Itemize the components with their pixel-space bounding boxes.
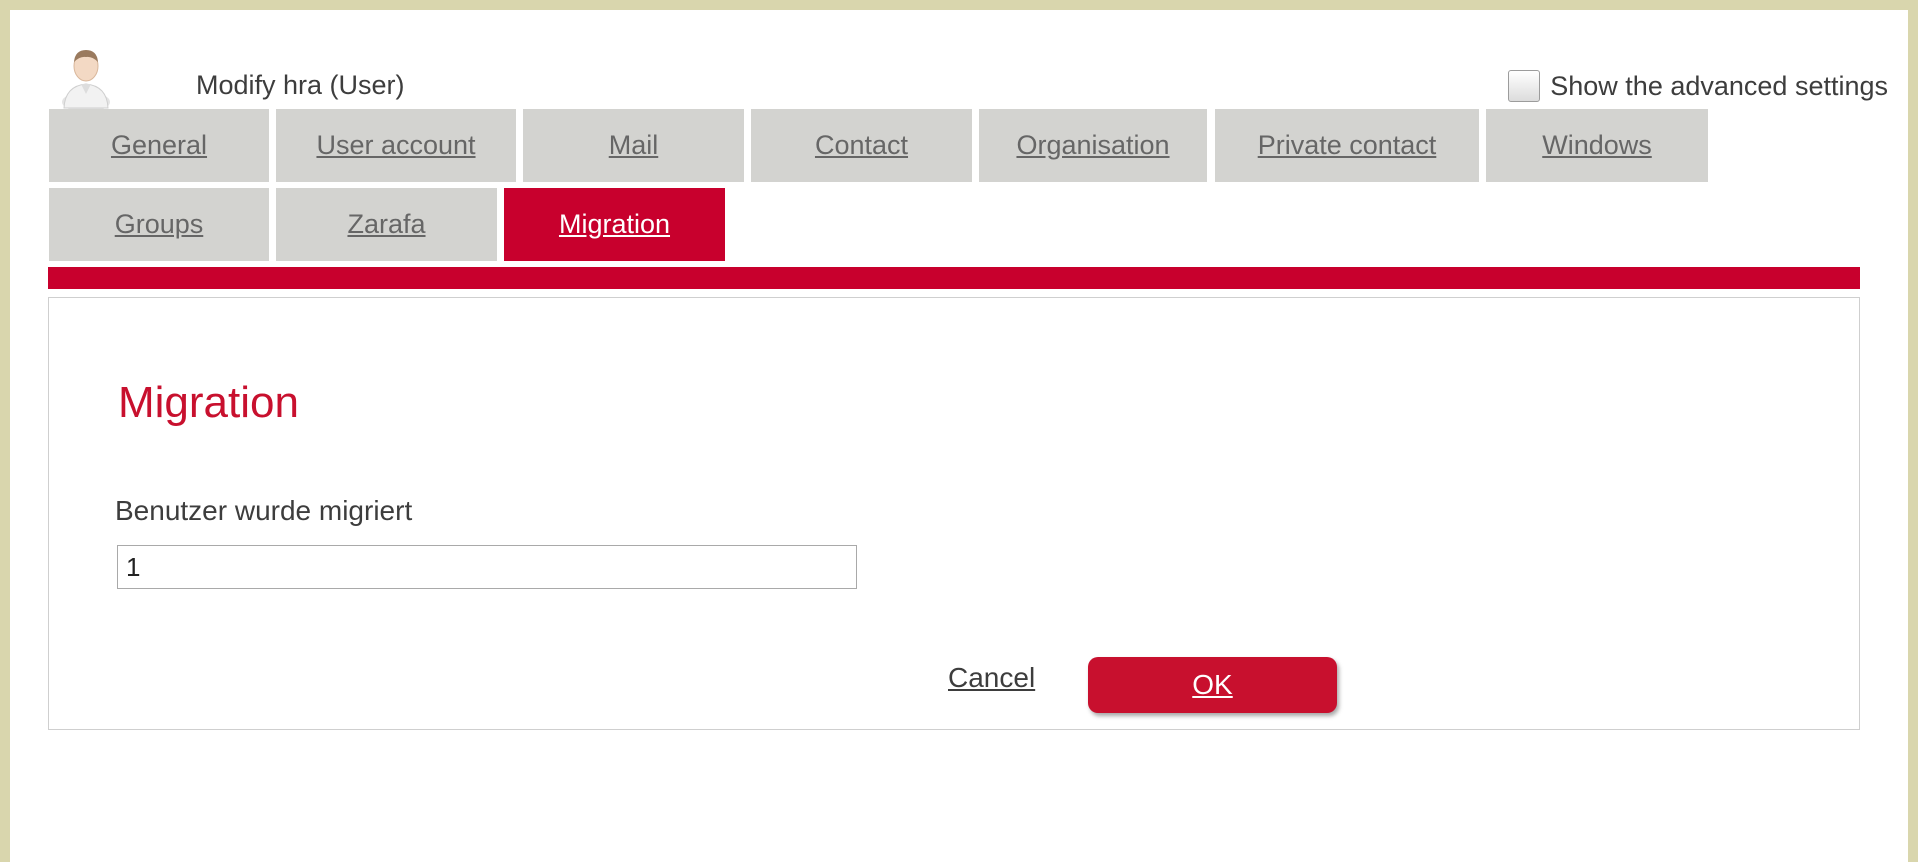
tab-mail[interactable]: Mail: [523, 109, 744, 182]
user-avatar-icon: [62, 50, 110, 110]
tab-contact[interactable]: Contact: [751, 109, 972, 182]
migrated-field-label: Benutzer wurde migriert: [115, 495, 413, 526]
tab-private-contact[interactable]: Private contact: [1215, 109, 1479, 182]
migrated-field-input[interactable]: [117, 545, 857, 589]
migration-panel: Migration Benutzer wurde migriert Cancel…: [48, 297, 1860, 730]
tab-general[interactable]: General: [49, 109, 269, 182]
ok-button[interactable]: OK: [1088, 657, 1337, 713]
advanced-settings-toggle[interactable]: Show the advanced settings: [1508, 70, 1888, 102]
cancel-button[interactable]: Cancel: [948, 662, 1035, 694]
user-modify-dialog: Modify hra (User) Show the advanced sett…: [10, 10, 1908, 862]
tab-groups[interactable]: Groups: [49, 188, 269, 261]
tab-migration[interactable]: Migration: [504, 188, 725, 261]
advanced-settings-checkbox[interactable]: [1508, 70, 1541, 102]
tab-user-account[interactable]: User account: [276, 109, 516, 182]
section-heading: Migration: [118, 378, 299, 427]
tab-organisation[interactable]: Organisation: [979, 109, 1207, 182]
tab-zarafa[interactable]: Zarafa: [276, 188, 497, 261]
tab-underline-bar: [48, 267, 1860, 289]
dialog-title: Modify hra (User): [196, 70, 405, 100]
advanced-settings-label: Show the advanced settings: [1550, 70, 1888, 101]
tab-windows[interactable]: Windows: [1486, 109, 1708, 182]
